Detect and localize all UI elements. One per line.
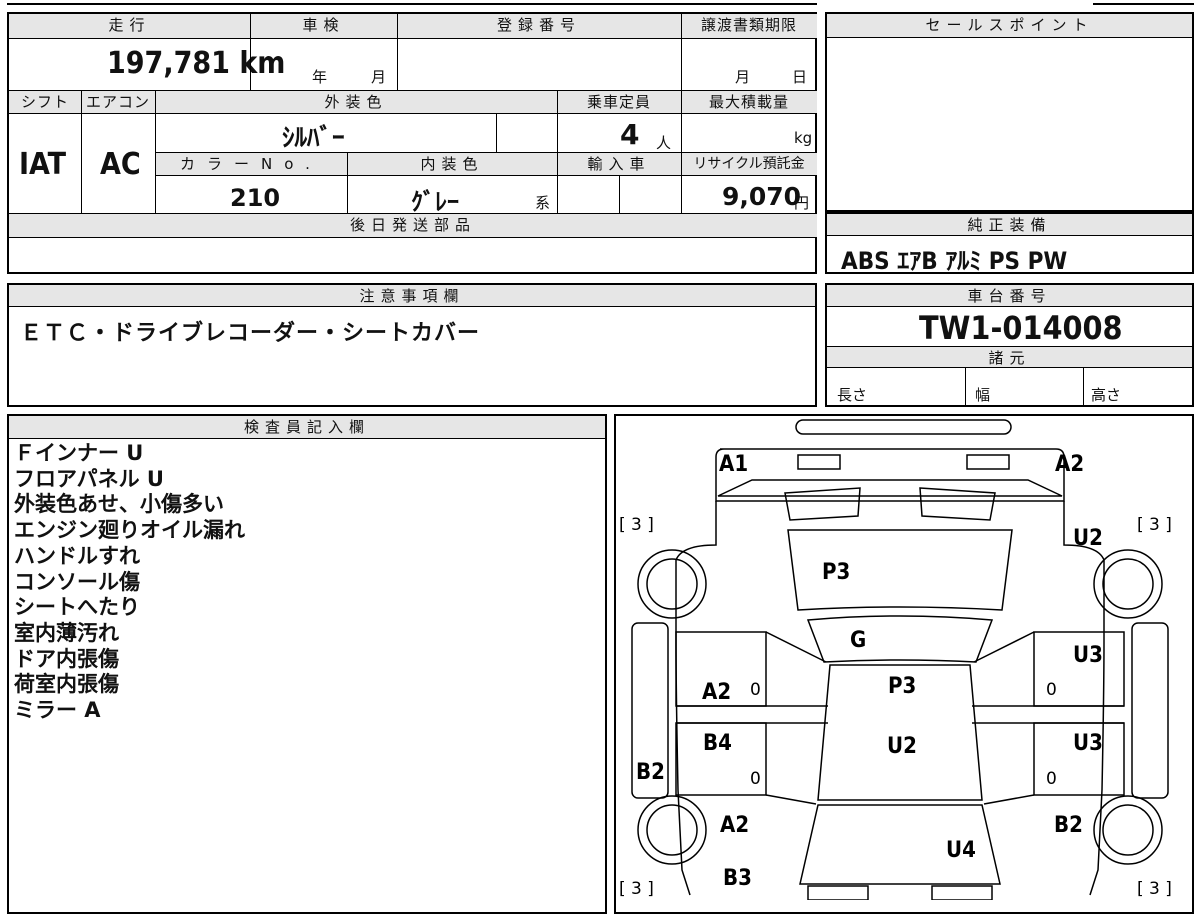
code-right-rear-door-num: 0 [1046,769,1057,789]
code-left-rear-door: B4 [703,731,732,756]
code-left-rear-door-num: 0 [750,769,761,789]
top-edge-fragment [7,0,817,5]
tire-right-front-label: [ 3 ] [1137,515,1172,535]
tire-left-front-label: [ 3 ] [619,515,654,535]
code-roof-front: P3 [888,674,916,699]
code-windshield: G [850,628,866,653]
code-front-right: A2 [1055,452,1084,477]
code-right-front-fender: U2 [1073,526,1103,551]
code-front-left: A1 [719,452,748,477]
tire-left-rear-label: [ 3 ] [619,879,654,899]
code-tailgate: U4 [946,838,976,863]
code-right-front-door: U3 [1073,643,1103,668]
code-hood: P3 [822,560,850,585]
code-roof-rear: U2 [887,734,917,759]
code-right-rear-door: U3 [1073,731,1103,756]
code-left-front-door: A2 [702,680,731,705]
code-left-rear: B3 [723,866,752,891]
code-right-quarter: B2 [1054,813,1083,838]
code-left-front-door-num: 0 [750,680,761,700]
car-diagram: [ 3 ] [ 3 ] [ 3 ] [ 3 ] A1 A2 U2 P3 G U3… [619,419,1172,900]
top-edge-fragment-right [1093,0,1194,5]
code-left-quarter: A2 [720,813,749,838]
tire-right-rear-label: [ 3 ] [1137,879,1172,899]
code-right-front-door-num: 0 [1046,680,1057,700]
code-left-side-panel: B2 [636,760,665,785]
